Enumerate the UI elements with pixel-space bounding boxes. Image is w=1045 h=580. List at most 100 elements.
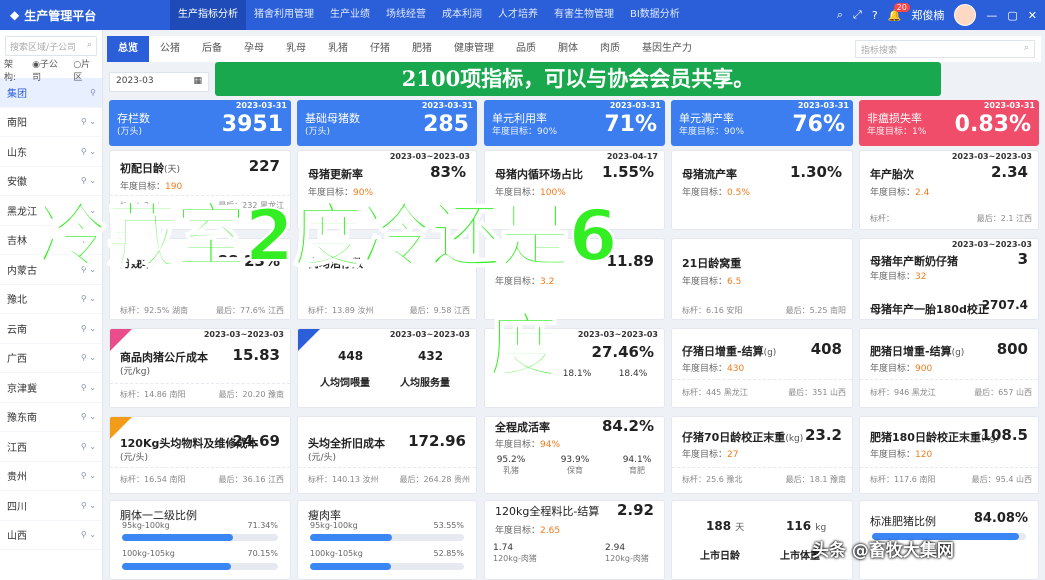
minimize-icon[interactable]: — — [986, 9, 997, 22]
tab[interactable]: 基因生产力 — [631, 36, 703, 62]
card-foot: 标杆：13.89 汝州 最后：9.58 江西 — [308, 306, 470, 315]
tab[interactable]: 后备 — [191, 36, 233, 62]
tab[interactable]: 健康管理 — [443, 36, 505, 62]
card-lean-rate[interactable]: 瘦肉率 95kg-100kg 53.55% 100kg-105kg 52.85% — [297, 500, 477, 580]
tab[interactable]: 乳猪 — [317, 36, 359, 62]
notification-icon[interactable]: 🔔 20 — [888, 2, 910, 22]
card-feed-ratio[interactable]: 120kg全程料比-结算 2.92 年度目标：2.65 1.74 120kg-肉猪… — [484, 500, 665, 580]
radio-subsidiary[interactable]: ◉子公司 — [32, 57, 65, 83]
sidebar-search-input[interactable]: 搜索区域/子公司 ⌕ — [5, 36, 97, 56]
user-icon[interactable]: ⚲ ⌄ — [81, 324, 96, 333]
card-survival-rate[interactable]: 全程成活率 84.2% 年度目标：94% 95.2% 乳猪 93.9% 保育 94.… — [484, 416, 665, 494]
user-name[interactable]: 郑俊楠 — [911, 7, 944, 23]
user-icon[interactable]: ⚲ ⌄ — [81, 353, 96, 362]
sidebar-item[interactable]: 山西 ⚲ ⌄ — [0, 521, 102, 550]
tab[interactable]: 孕母 — [233, 36, 275, 62]
nav-item-3[interactable]: 场线经营 — [378, 0, 434, 30]
card-date: 2023-03~2023-03 — [951, 152, 1032, 161]
card-depreciation-cost[interactable]: 头均全折旧成本 (元/头) 172.96 标杆：140.13 汝州 最后：264.… — [297, 416, 477, 494]
tab[interactable]: 乳母 — [275, 36, 317, 62]
date-picker[interactable]: 2023-03 ▦ — [109, 72, 209, 92]
card-title: 母猪年产断奶仔猪 — [870, 255, 958, 268]
close-icon[interactable]: ✕ — [1028, 9, 1037, 22]
overlay-caption-line2: 度 — [487, 304, 559, 388]
user-icon[interactable]: ⚲ ⌄ — [81, 176, 96, 185]
user-icon[interactable]: ⚲ ⌄ — [81, 294, 96, 303]
card-target: 年度目标：190 — [120, 182, 183, 192]
bar1-label: 95kg-100kg — [122, 521, 170, 530]
card-foot: 标杆：14.86 南阳 最后：20.20 豫南 — [120, 390, 284, 399]
sidebar-item[interactable]: 南阳 ⚲ ⌄ — [0, 108, 102, 137]
card-value: 84.08% — [973, 511, 1028, 526]
tab-search-input[interactable]: 指标搜索 ⌕ — [855, 40, 1035, 58]
kpi-card[interactable]: 2023-03-31 单元满产率 年度目标：90% 76% — [671, 100, 853, 146]
user-icon[interactable]: ⚲ ⌄ — [81, 501, 96, 510]
user-icon[interactable]: ⚲ — [90, 88, 96, 97]
tab[interactable]: 肉质 — [589, 36, 631, 62]
card-pork-cost[interactable]: 2023-03~2023-03 商品肉猪公斤成本 (元/kg) 15.83 标杆… — [109, 328, 291, 408]
kpi-card[interactable]: 2023-03-31 非瘟损失率 年度目标：1% 0.83% — [859, 100, 1039, 146]
tab[interactable]: 胴体 — [547, 36, 589, 62]
nav-item-0[interactable]: 生产指标分析 — [170, 0, 246, 30]
avatar[interactable] — [954, 4, 977, 26]
nav-item-2[interactable]: 生产业绩 — [322, 0, 378, 30]
card-material-cost[interactable]: 120Kg头均物料及维修成本 (元/头) 24.69 标杆：16.54 南阳 最后… — [109, 416, 291, 494]
user-icon[interactable]: ⚲ ⌄ — [81, 442, 96, 451]
card-finisher-180d-weight[interactable]: 肥猪180日龄校正末重(kg) 108.5 年度目标：120 标杆：117.6 … — [859, 416, 1039, 494]
user-icon[interactable]: ⚲ ⌄ — [81, 147, 96, 156]
sidebar-item[interactable]: 豫北 ⚲ ⌄ — [0, 285, 102, 314]
card-value: 1.30% — [789, 163, 842, 181]
sidebar-item[interactable]: 安徽 ⚲ ⌄ — [0, 167, 102, 196]
sidebar-item[interactable]: 京津冀 ⚲ ⌄ — [0, 373, 102, 403]
card-carcass-grade[interactable]: 胴体一二级比例 95kg-100kg 71.34% 100kg-105kg 70… — [109, 500, 291, 580]
user-icon[interactable]: ⚲ ⌄ — [81, 530, 96, 539]
sidebar-item-label: 南阳 — [7, 118, 27, 130]
sidebar-item[interactable]: 四川 ⚲ ⌄ — [0, 491, 102, 521]
sidebar-item[interactable]: 山东 ⚲ ⌄ — [0, 137, 102, 167]
nav-item-5[interactable]: 人才培养 — [490, 0, 546, 30]
restore-icon[interactable]: ▢ — [1007, 9, 1017, 22]
card-annual-parity[interactable]: 2023-03~2023-03 年产胎次 2.34 年度目标：2.4 标杆： 最后… — [859, 150, 1039, 230]
kpi-card[interactable]: 2023-03-31 存栏数 (万头) 3951 — [109, 100, 291, 146]
sidebar-item-label: 豫东南 — [7, 413, 37, 425]
card-title: 母猪内循环场占比 — [495, 168, 583, 181]
tab[interactable]: 品质 — [505, 36, 547, 62]
tab[interactable]: 总览 — [107, 36, 149, 62]
expand-icon[interactable]: ⤢ — [853, 8, 862, 22]
card-finisher-daily-gain[interactable]: 肥猪日增重-结算(g) 800 年度目标：900 标杆：946 黑龙江 最后：65… — [859, 328, 1039, 408]
card-title: 标准肥猪比例 — [870, 515, 936, 528]
tab[interactable]: 肥猪 — [401, 36, 443, 62]
kpi-date: 2023-03-31 — [983, 101, 1035, 110]
sidebar-item[interactable]: 广西 ⚲ ⌄ — [0, 344, 102, 373]
kpi-card[interactable]: 2023-03-31 单元利用率 年度目标：90% 71% — [484, 100, 665, 146]
card-weaned-per-sow[interactable]: 2023-03~2023-03 母猪年产断奶仔猪 3 年度目标：32 母猪年产一… — [859, 238, 1039, 320]
card-piglet-70d-weight[interactable]: 仔猪70日龄校正末重(kg) 23.2 年度目标：27 标杆：25.6 豫北 最后… — [671, 416, 853, 494]
user-icon[interactable]: ⚲ ⌄ — [81, 412, 96, 421]
help-icon[interactable]: ? — [872, 9, 878, 22]
card-piglet-daily-gain[interactable]: 仔猪日增重-结算(g) 408 年度目标：430 标杆：445 黑龙江 最后：35… — [671, 328, 853, 408]
radio-district[interactable]: ○片区 — [73, 57, 98, 83]
card-21day-litter-weight[interactable]: 21日龄窝重 年度目标：6.5 标杆：6.16 安阳 最后：5.25 南阳 — [671, 238, 853, 320]
search-icon[interactable]: ⌕ — [837, 8, 843, 22]
card-unit: (元/头) — [120, 453, 149, 463]
tab[interactable]: 公猪 — [149, 36, 191, 62]
card-sow-abortion[interactable]: 母猪流产率 1.30% 年度目标：0.5% — [671, 150, 853, 230]
nav-item-1[interactable]: 猪舍利用管理 — [246, 0, 322, 30]
sidebar-item[interactable]: 豫东南 ⚲ ⌄ — [0, 403, 102, 432]
nav-item-6[interactable]: 有害生物管理 — [546, 0, 622, 30]
tab[interactable]: 仔猪 — [359, 36, 401, 62]
card-date: 2023-03~2023-03 — [577, 330, 658, 339]
sidebar-item-label: 江西 — [7, 442, 27, 454]
nav-item-7[interactable]: BI数据分析 — [622, 0, 688, 30]
sidebar-item[interactable]: 贵州 ⚲ ⌄ — [0, 462, 102, 491]
sidebar-item[interactable]: 云南 ⚲ ⌄ — [0, 314, 102, 344]
nav-item-4[interactable]: 成本利润 — [434, 0, 490, 30]
card-per-capita[interactable]: 2023-03~2023-03 448 432 人均饲喂量 人均服务量 — [297, 328, 477, 408]
card-title: 仔猪日增重-结算(g) — [682, 345, 777, 358]
sidebar-item[interactable]: 江西 ⚲ ⌄ — [0, 432, 102, 462]
app-logo[interactable]: ◆ 生产管理平台 — [0, 7, 170, 24]
kpi-card[interactable]: 2023-03-31 基础母猪数 (万头) 285 — [297, 100, 477, 146]
user-icon[interactable]: ⚲ ⌄ — [81, 383, 96, 392]
user-icon[interactable]: ⚲ ⌄ — [81, 117, 96, 126]
user-icon[interactable]: ⚲ ⌄ — [81, 471, 96, 480]
